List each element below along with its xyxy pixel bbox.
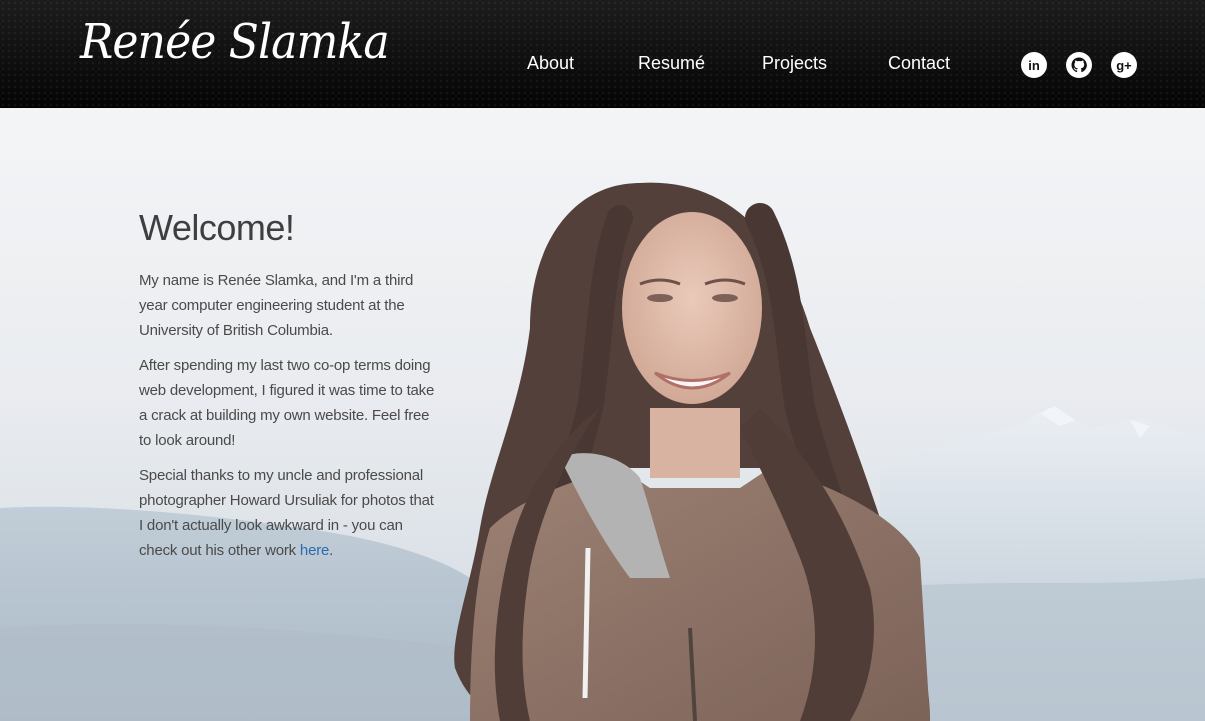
intro-paragraph-3-text: Special thanks to my uncle and professio… <box>139 467 434 559</box>
google-plus-glyph: g+ <box>1116 57 1132 73</box>
linkedin-glyph: in <box>1028 57 1040 73</box>
intro-paragraph-2: After spending my last two co-op terms d… <box>139 357 435 449</box>
photographer-link[interactable]: here <box>300 542 329 559</box>
nav-about[interactable]: About <box>527 52 574 74</box>
intro-paragraph-3: Special thanks to my uncle and professio… <box>139 463 439 563</box>
github-icon[interactable] <box>1066 52 1092 78</box>
navbar: Renée Slamka About Resumé Projects Conta… <box>0 0 1205 108</box>
intro-paragraph-3-end: . <box>329 542 334 559</box>
nav-contact[interactable]: Contact <box>888 52 950 74</box>
welcome-panel: Welcome! My name is Renée Slamka, and I'… <box>139 208 439 573</box>
linkedin-icon[interactable]: in <box>1021 52 1047 78</box>
google-plus-icon[interactable]: g+ <box>1111 52 1137 78</box>
site-brand[interactable]: Renée Slamka <box>80 18 390 66</box>
nav-resume[interactable]: Resumé <box>638 52 705 74</box>
nav-projects[interactable]: Projects <box>762 52 827 74</box>
welcome-heading: Welcome! <box>139 207 295 248</box>
github-glyph <box>1071 57 1087 73</box>
intro-paragraph-1: My name is Renée Slamka, and I'm a third… <box>139 272 414 339</box>
